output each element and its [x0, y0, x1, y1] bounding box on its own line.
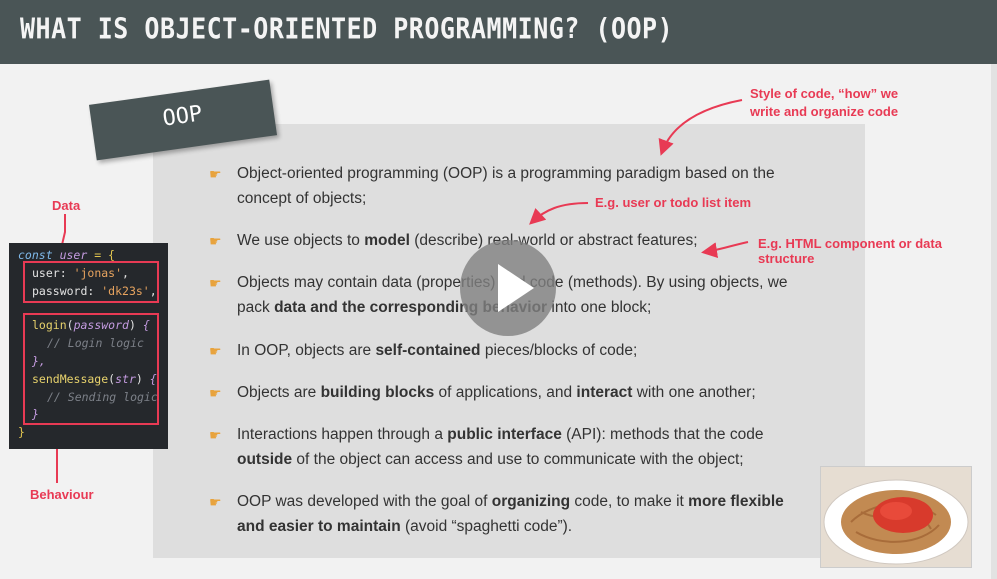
bullet-line: Objects are building blocks of applicati…	[237, 380, 837, 405]
bullet-text: Interactions happen through a	[237, 426, 448, 443]
play-button[interactable]	[460, 240, 556, 336]
code-const: const	[18, 248, 53, 262]
bullet-text: of the object can access and use to comm…	[292, 451, 744, 468]
code-close-object: }	[18, 425, 25, 439]
bullet-text: into one block;	[547, 299, 652, 316]
bullet-text: We use objects to	[237, 232, 365, 249]
bullet-item: ☛ In OOP, objects are self-contained piec…	[209, 338, 837, 363]
bullet-text: (avoid “spaghetti code”).	[400, 518, 573, 535]
bullet-bold-text: self-contained	[375, 342, 481, 359]
spaghetti-image	[820, 466, 972, 568]
page-title: WHAT IS OBJECT-ORIENTED PROGRAMMING? (OO…	[20, 12, 674, 46]
code-snippet: const user = { user: 'jonas', password: …	[9, 243, 168, 449]
bullet-bold-text: more flexible	[688, 493, 784, 510]
bullet-bold-text: model	[364, 232, 410, 249]
bullet-text: of applications, and	[434, 384, 577, 401]
bullet-bold-text: organizing	[491, 493, 571, 510]
play-icon	[498, 264, 534, 312]
bullet-item: ☛ OOP was developed with the goal of orga…	[209, 489, 837, 539]
code-var-user: user	[59, 248, 88, 262]
pointing-hand-icon: ☛	[209, 427, 222, 443]
header-bar: WHAT IS OBJECT-ORIENTED PROGRAMMING? (OO…	[0, 0, 997, 64]
bullet-bold-text: interact	[576, 384, 633, 401]
style-annotation-line1: Style of code, “how” we	[750, 86, 899, 101]
behaviour-annotation: Behaviour	[30, 487, 94, 502]
bullet-bold-text: and easier to maintain	[237, 518, 401, 535]
bullet-bold-text: building blocks	[320, 384, 435, 401]
bullet-bold-text: public interface	[447, 426, 562, 443]
pointing-hand-icon: ☛	[209, 494, 222, 510]
pointing-hand-icon: ☛	[209, 166, 222, 182]
data-highlight-box	[23, 261, 159, 303]
pointing-hand-icon: ☛	[209, 343, 222, 359]
bullet-line: and easier to maintain (avoid “spaghetti…	[237, 514, 837, 539]
content-panel: ☛ Object-oriented programming (OOP) is a …	[153, 124, 865, 558]
bullet-text: Objects are	[237, 384, 321, 401]
bullet-text: code, to make it	[570, 493, 689, 510]
style-annotation-line2: write and organize code	[750, 104, 899, 119]
bullet-item: ☛ Objects are building blocks of applicat…	[209, 380, 837, 405]
bullet-text: pack	[237, 299, 275, 316]
bullet-line: In OOP, objects are self-contained piece…	[237, 338, 837, 363]
bullet-text: In OOP, objects are	[237, 342, 376, 359]
bullet-line: outside of the object can access and use…	[237, 447, 837, 472]
bullet-line: Interactions happen through a public int…	[237, 422, 837, 447]
eg-html-annotation: E.g. HTML component or data structure	[758, 236, 942, 266]
scrollbar[interactable]	[991, 64, 997, 579]
bullet-text: with one another;	[632, 384, 756, 401]
bullet-text: (describe) real-world or abstract featur…	[409, 232, 698, 249]
bullet-text: concept of objects;	[237, 190, 367, 207]
oop-tag-label: OOP	[161, 101, 204, 132]
bullet-text: (API): methods that the code	[561, 426, 764, 443]
code-open-brace: = {	[87, 248, 115, 262]
bullet-text: Object-oriented programming (OOP) is a p…	[237, 165, 775, 182]
pointing-hand-icon: ☛	[209, 275, 222, 291]
eg-user-annotation: E.g. user or todo list item	[595, 195, 752, 210]
bullet-line: OOP was developed with the goal of organ…	[237, 489, 837, 514]
bullet-line: Object-oriented programming (OOP) is a p…	[237, 161, 837, 186]
pointing-hand-icon: ☛	[209, 385, 222, 401]
data-annotation: Data	[52, 198, 81, 213]
bullet-text: pieces/blocks of code;	[480, 342, 638, 359]
bullet-bold-text: outside	[237, 451, 293, 468]
bullet-text: OOP was developed with the goal of	[237, 493, 492, 510]
bullet-item: ☛ Interactions happen through a public in…	[209, 422, 837, 472]
behaviour-highlight-box	[23, 313, 159, 425]
pointing-hand-icon: ☛	[209, 233, 222, 249]
style-annotation: Style of code, “how” we write and organi…	[750, 85, 898, 121]
